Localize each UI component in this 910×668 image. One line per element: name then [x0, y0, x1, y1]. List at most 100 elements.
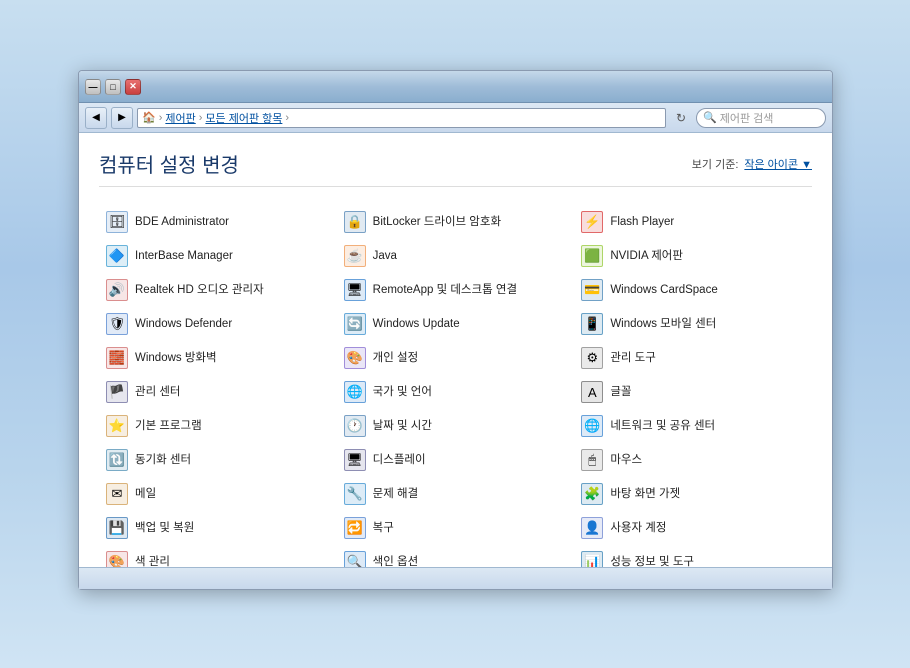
- control-item[interactable]: ✉메일: [99, 477, 337, 511]
- control-item[interactable]: 🎨 개인 설정: [337, 341, 575, 375]
- item-label: 기본 프로그램: [135, 419, 202, 434]
- control-item[interactable]: 📊성능 정보 및 도구: [574, 545, 812, 567]
- item-icon-glyph: 🔒: [344, 211, 366, 233]
- control-item[interactable]: 💾백업 및 복원: [99, 511, 337, 545]
- refresh-button[interactable]: ↻: [670, 107, 692, 129]
- address-field[interactable]: 🏠 › 제어판 › 모든 제어판 항목 ›: [137, 108, 666, 128]
- item-icon-glyph: 🟩: [581, 245, 603, 267]
- control-item[interactable]: ⚡Flash Player: [574, 205, 812, 239]
- item-icon-glyph: A: [581, 381, 603, 403]
- control-item[interactable]: 🧩바탕 화면 가젯: [574, 477, 812, 511]
- control-item[interactable]: 🔒 BitLocker 드라이브 암호화: [337, 205, 575, 239]
- item-label: Realtek HD 오디오 관리자: [135, 283, 264, 298]
- item-icon: 🔁: [343, 516, 367, 540]
- control-item[interactable]: 🏴관리 센터: [99, 375, 337, 409]
- control-item[interactable]: ☕Java: [337, 239, 575, 273]
- control-item[interactable]: 🌐네트워크 및 공유 센터: [574, 409, 812, 443]
- title-bar: — □ ✕: [79, 71, 832, 103]
- view-mode-dropdown[interactable]: 작은 아이콘 ▼: [744, 156, 812, 172]
- control-item[interactable]: 🛡Windows Defender: [99, 307, 337, 341]
- item-icon-glyph: ☕: [344, 245, 366, 267]
- item-label: InterBase Manager: [135, 249, 233, 264]
- page-title: 컴퓨터 설정 변경: [99, 149, 239, 178]
- item-icon: 🖱: [580, 448, 604, 472]
- back-button[interactable]: ◀: [85, 107, 107, 129]
- breadcrumb-home[interactable]: 🏠: [142, 111, 156, 124]
- item-label: 관리 도구: [610, 351, 656, 366]
- control-item[interactable]: A글꼴: [574, 375, 812, 409]
- control-panel-window: — □ ✕ ◀ ▶ 🏠 › 제어판 › 모든 제어판 항목 › ↻ 🔍 제어판 …: [78, 70, 833, 590]
- item-icon: 🔒: [343, 210, 367, 234]
- control-item[interactable]: 🗄 BDE Administrator: [99, 205, 337, 239]
- control-item[interactable]: 🖥디스플레이: [337, 443, 575, 477]
- title-bar-left: — □ ✕: [85, 79, 141, 95]
- control-item[interactable]: 📱Windows 모바일 센터: [574, 307, 812, 341]
- control-item[interactable]: 🖥 RemoteApp 및 데스크톱 연결: [337, 273, 575, 307]
- item-label: BDE Administrator: [135, 215, 229, 230]
- item-icon: 🎨: [343, 346, 367, 370]
- search-placeholder: 제어판 검색: [720, 110, 774, 126]
- control-item[interactable]: 🧱 Windows 방화벽: [99, 341, 337, 375]
- control-item[interactable]: 🔁복구: [337, 511, 575, 545]
- item-icon-glyph: 🖥: [344, 279, 366, 301]
- item-icon-glyph: 💾: [106, 517, 128, 539]
- item-icon: 💾: [105, 516, 129, 540]
- search-box[interactable]: 🔍 제어판 검색: [696, 108, 826, 128]
- item-icon: 🌐: [580, 414, 604, 438]
- control-item[interactable]: 🖱마우스: [574, 443, 812, 477]
- item-icon-glyph: 🛡: [106, 313, 128, 335]
- item-icon: ✉: [105, 482, 129, 506]
- item-label: Windows 방화벽: [135, 351, 217, 366]
- item-icon-glyph: 🔁: [344, 517, 366, 539]
- control-item[interactable]: 🔄Windows Update: [337, 307, 575, 341]
- item-icon-glyph: ⚙: [581, 347, 603, 369]
- status-bar: [79, 567, 832, 589]
- control-item[interactable]: 💳Windows CardSpace: [574, 273, 812, 307]
- control-item[interactable]: 🎨색 관리: [99, 545, 337, 567]
- item-icon: 🖥: [343, 278, 367, 302]
- control-item[interactable]: 🟩 NVIDIA 제어판: [574, 239, 812, 273]
- item-icon-glyph: 🗄: [106, 211, 128, 233]
- item-icon-glyph: 🔧: [344, 483, 366, 505]
- minimize-button[interactable]: —: [85, 79, 101, 95]
- item-icon-glyph: 👤: [581, 517, 603, 539]
- item-label: 개인 설정: [373, 351, 419, 366]
- breadcrumb-control-panel[interactable]: 제어판: [165, 110, 195, 126]
- item-icon: 🛡: [105, 312, 129, 336]
- control-item[interactable]: 🔧 문제 해결: [337, 477, 575, 511]
- item-icon-glyph: 🧩: [581, 483, 603, 505]
- item-label: 날짜 및 시간: [373, 419, 432, 434]
- item-label: BitLocker 드라이브 암호화: [373, 215, 501, 230]
- item-icon-glyph: 🔃: [106, 449, 128, 471]
- item-icon: 🎨: [105, 550, 129, 567]
- item-icon: 🔷: [105, 244, 129, 268]
- item-icon: 👤: [580, 516, 604, 540]
- item-icon: ⚙: [580, 346, 604, 370]
- item-label: NVIDIA 제어판: [610, 249, 683, 264]
- control-item[interactable]: 🕐 날짜 및 시간: [337, 409, 575, 443]
- item-icon-glyph: 🧱: [106, 347, 128, 369]
- forward-button[interactable]: ▶: [111, 107, 133, 129]
- maximize-button[interactable]: □: [105, 79, 121, 95]
- control-item[interactable]: 👤사용자 계정: [574, 511, 812, 545]
- items-grid: 🗄 BDE Administrator 🔒 BitLocker 드라이브 암호화 ⚡Fl…: [99, 205, 812, 567]
- item-icon-glyph: 🎨: [106, 551, 128, 567]
- control-item[interactable]: 🔊 Realtek HD 오디오 관리자: [99, 273, 337, 307]
- control-item[interactable]: 🔃동기화 센터: [99, 443, 337, 477]
- item-icon: 🔃: [105, 448, 129, 472]
- content-area: 컴퓨터 설정 변경 보기 기준: 작은 아이콘 ▼ 🗄BDE Administr…: [79, 133, 832, 567]
- item-icon-glyph: ⭐: [106, 415, 128, 437]
- control-item[interactable]: 🔍색인 옵션: [337, 545, 575, 567]
- item-label: RemoteApp 및 데스크톱 연결: [373, 283, 517, 298]
- item-label: 문제 해결: [373, 487, 419, 502]
- control-item[interactable]: ⚙ 관리 도구: [574, 341, 812, 375]
- control-item[interactable]: ⭐ 기본 프로그램: [99, 409, 337, 443]
- item-icon-glyph: 🔊: [106, 279, 128, 301]
- item-icon: 🔄: [343, 312, 367, 336]
- control-item[interactable]: 🔷 InterBase Manager: [99, 239, 337, 273]
- breadcrumb-all-items[interactable]: 모든 제어판 항목: [205, 110, 282, 126]
- close-button[interactable]: ✕: [125, 79, 141, 95]
- item-icon: 🕐: [343, 414, 367, 438]
- control-item[interactable]: 🌐국가 및 언어: [337, 375, 575, 409]
- item-label: Windows CardSpace: [610, 283, 717, 298]
